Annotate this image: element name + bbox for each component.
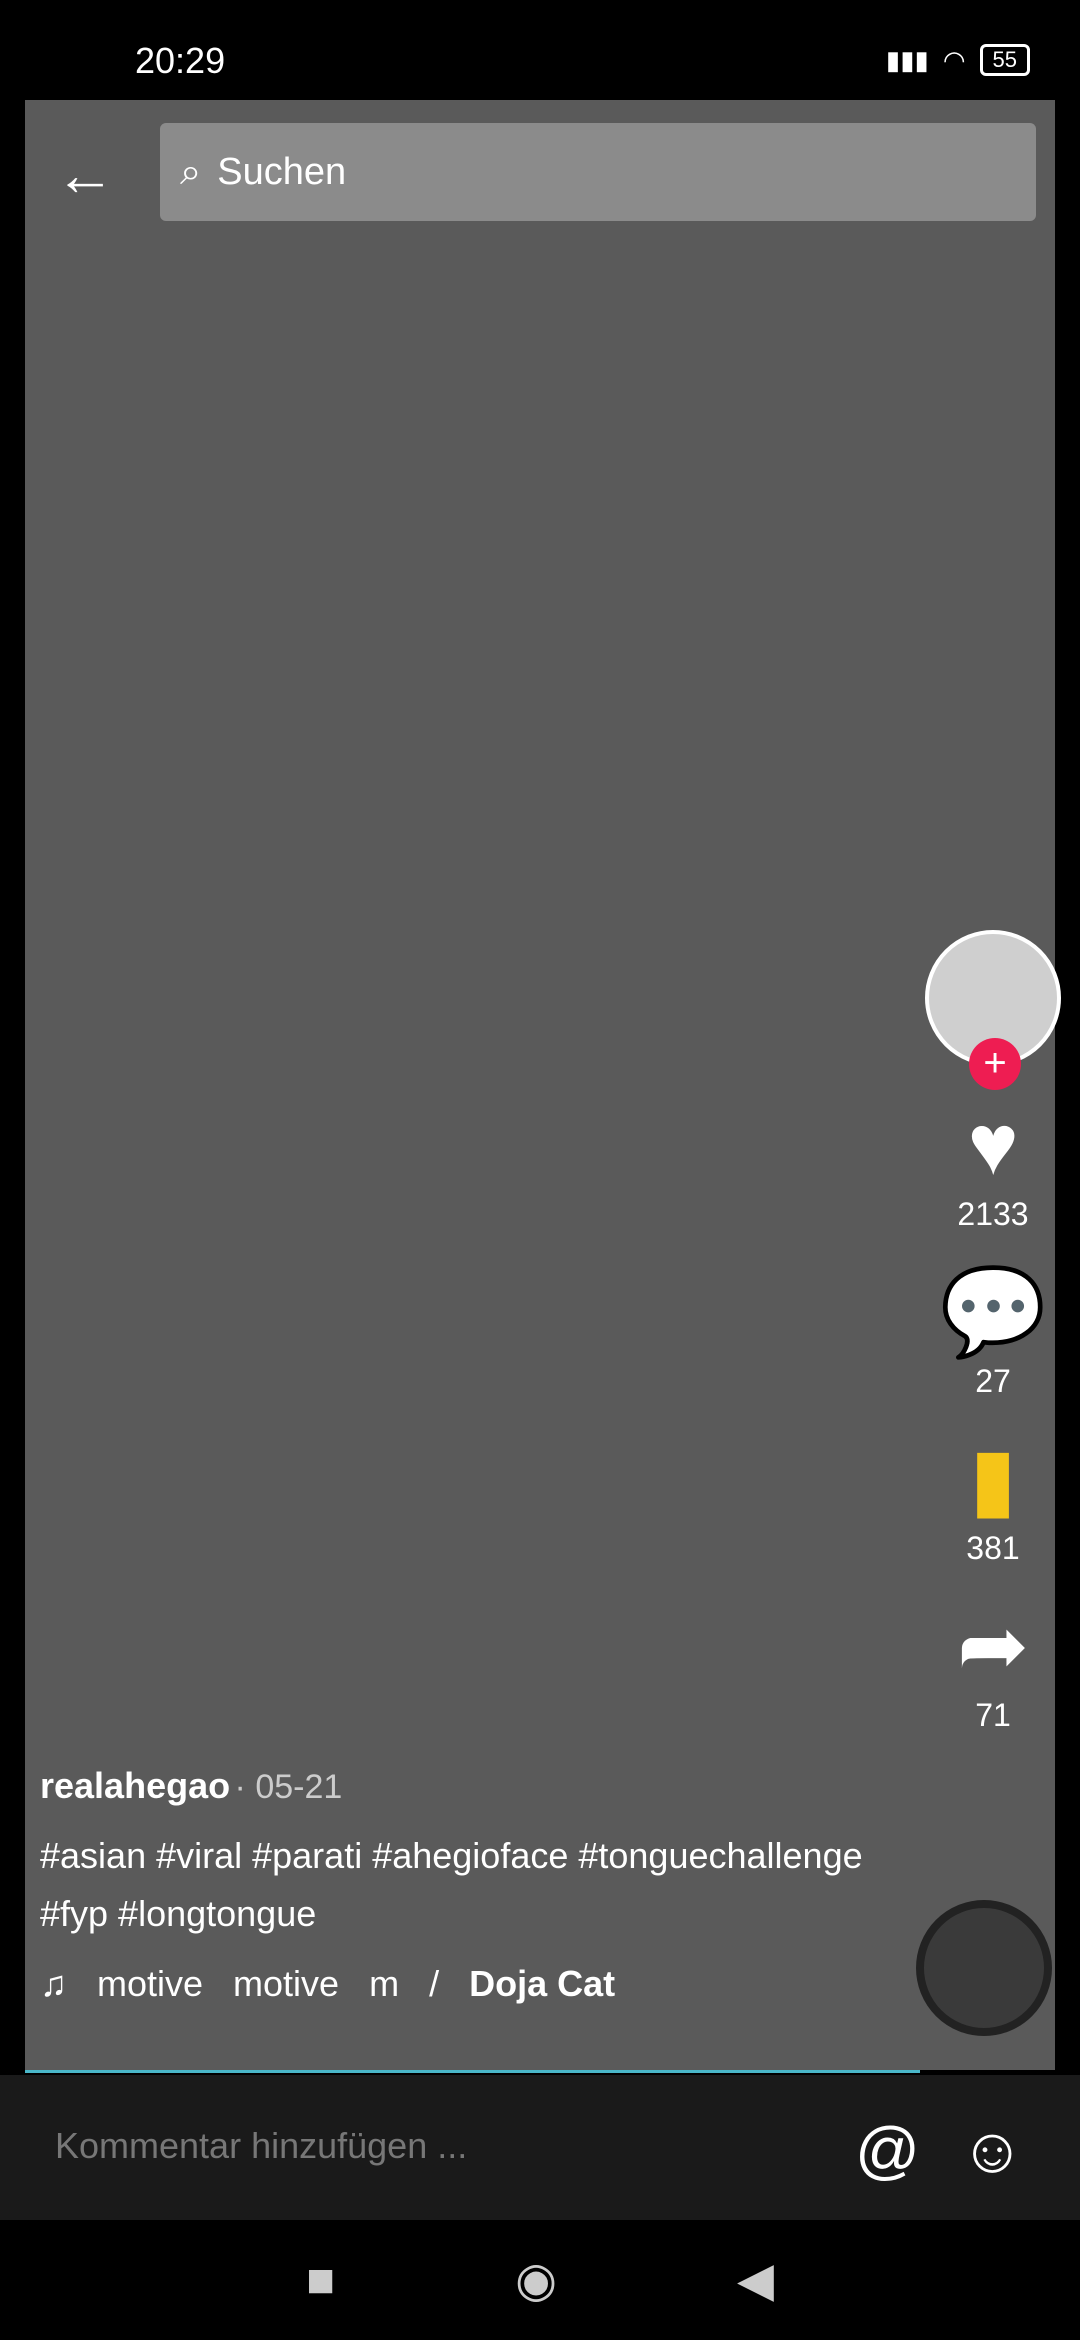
- bookmark-icon: ▮: [969, 1431, 1017, 1527]
- hashtags[interactable]: #asian #viral #parati #ahegioface #tongu…: [40, 1827, 920, 1943]
- heart-icon: ♥: [967, 1097, 1019, 1193]
- share-count: 71: [975, 1697, 1011, 1733]
- search-icon: ⌕: [180, 150, 202, 193]
- action-rail: + ♥ 2133 💬 27 ▮ 381 ➦ 71: [925, 930, 1061, 1734]
- back-arrow-icon[interactable]: ←: [55, 140, 115, 209]
- video-caption: realahegao · 05-21 #asian #viral #parati…: [40, 1765, 920, 2005]
- music-ticker[interactable]: ♫ motive motive m / Doja Cat: [40, 1963, 920, 2005]
- like-count: 2133: [957, 1196, 1029, 1232]
- search-bar[interactable]: ⌕ Suchen: [160, 123, 1036, 221]
- music-artist: Doja Cat: [469, 1963, 616, 2004]
- follow-plus-icon[interactable]: +: [969, 1038, 1021, 1090]
- save-button[interactable]: ▮ 381: [966, 1434, 1019, 1567]
- music-note-icon: ♫: [40, 1963, 67, 2004]
- comment-count: 27: [975, 1363, 1011, 1399]
- battery-icon: 55: [979, 44, 1030, 76]
- comment-bar: Kommentar hinzufügen ... @ ☺: [0, 2075, 1080, 2220]
- home-icon[interactable]: ◉: [515, 2252, 557, 2308]
- clock: 20:29: [135, 40, 226, 81]
- mention-icon[interactable]: @: [855, 2113, 920, 2187]
- emoji-icon[interactable]: ☺: [960, 2113, 1025, 2187]
- username-link[interactable]: realahegao: [40, 1765, 230, 1806]
- creator-avatar[interactable]: +: [925, 930, 1061, 1090]
- system-nav-bar: ■ ◉ ◀: [0, 2220, 1080, 2340]
- status-icons: ▮▮▮ ◠ 55: [886, 44, 1030, 76]
- share-arrow-icon: ➦: [956, 1598, 1030, 1694]
- comment-button[interactable]: 💬 27: [939, 1267, 1046, 1400]
- search-placeholder: Suchen: [217, 150, 347, 193]
- recents-icon[interactable]: ■: [306, 2253, 335, 2308]
- save-count: 381: [966, 1530, 1020, 1566]
- music-text-3: m: [369, 1963, 400, 2004]
- playback-progress[interactable]: [25, 2070, 920, 2073]
- status-bar: 20:29 ▮▮▮ ◠ 55: [0, 0, 1080, 100]
- back-icon[interactable]: ◀: [737, 2252, 774, 2308]
- signal-icon: ▮▮▮: [885, 44, 929, 75]
- post-date: · 05-21: [234, 1768, 343, 1806]
- music-text-1: motive: [97, 1963, 204, 2004]
- share-button[interactable]: ➦ 71: [957, 1601, 1029, 1734]
- music-separator: /: [429, 1963, 440, 2004]
- wifi-icon: ◠: [942, 44, 966, 75]
- like-button[interactable]: ♥ 2133: [957, 1100, 1028, 1233]
- speech-bubble-icon: 💬: [939, 1264, 1047, 1360]
- music-text-2: motive: [233, 1963, 340, 2004]
- music-disc[interactable]: [916, 1900, 1052, 2036]
- comment-input[interactable]: Kommentar hinzufügen ...: [55, 2125, 467, 2167]
